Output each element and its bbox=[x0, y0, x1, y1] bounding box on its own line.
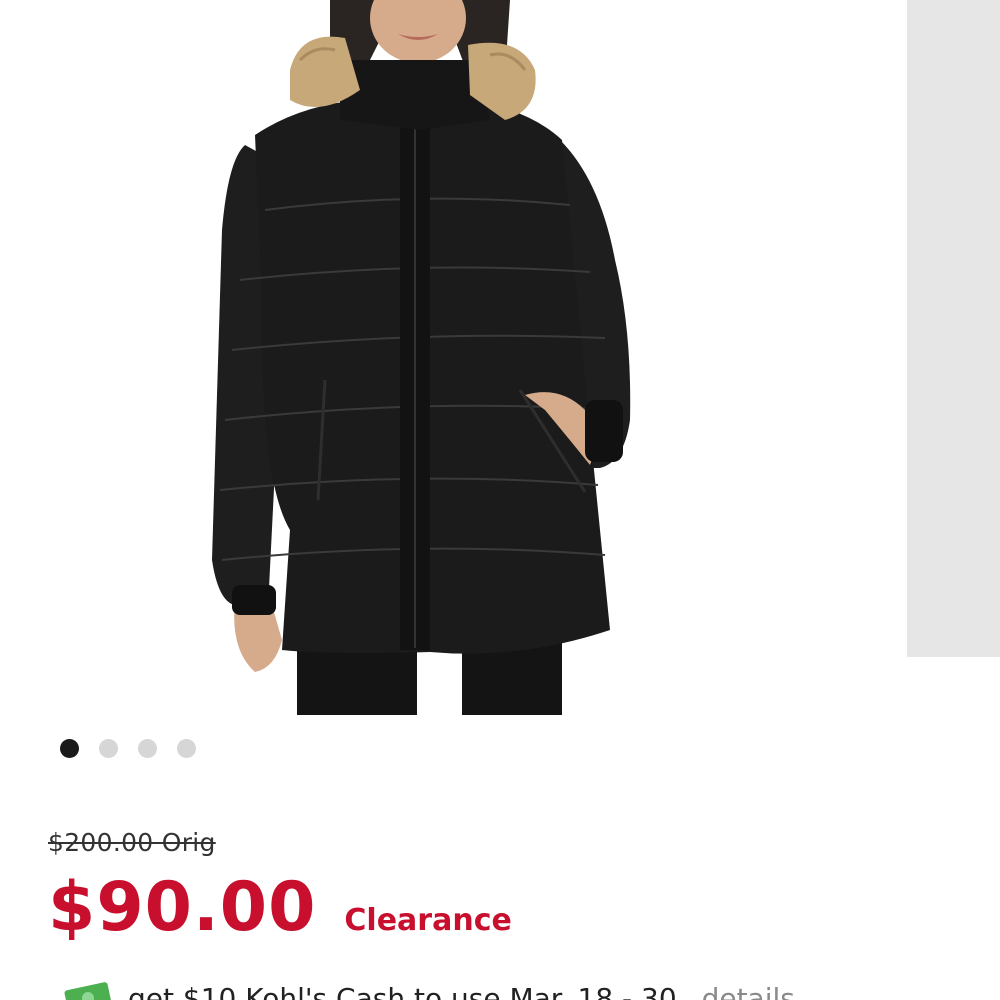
carousel-dots bbox=[60, 739, 196, 759]
clearance-label: Clearance bbox=[344, 903, 512, 938]
sale-price: $90.00 bbox=[48, 868, 317, 947]
kohls-cash-text: get $10 Kohl's Cash to use Mar. 18 - 30. bbox=[128, 982, 686, 1000]
jacket-photo bbox=[212, 0, 631, 715]
product-image[interactable] bbox=[0, 0, 906, 720]
sale-price-row: $90.00 Clearance bbox=[48, 868, 512, 947]
next-product-image-peek[interactable] bbox=[907, 0, 1000, 657]
carousel-dot-1[interactable] bbox=[60, 739, 79, 758]
kohls-cash-promo: get $10 Kohl's Cash to use Mar. 18 - 30.… bbox=[60, 982, 795, 1000]
carousel-dot-2[interactable] bbox=[99, 739, 118, 758]
original-price: $200.00 Orig bbox=[48, 828, 216, 857]
product-page: $200.00 Orig $90.00 Clearance get $10 Ko… bbox=[0, 0, 1000, 1000]
carousel-dot-3[interactable] bbox=[138, 739, 157, 758]
carousel-dot-4[interactable] bbox=[177, 739, 196, 758]
kohls-cash-details-link[interactable]: details bbox=[702, 982, 795, 1000]
kohls-cash-icon bbox=[64, 982, 112, 1000]
product-image-carousel[interactable] bbox=[0, 0, 1000, 720]
